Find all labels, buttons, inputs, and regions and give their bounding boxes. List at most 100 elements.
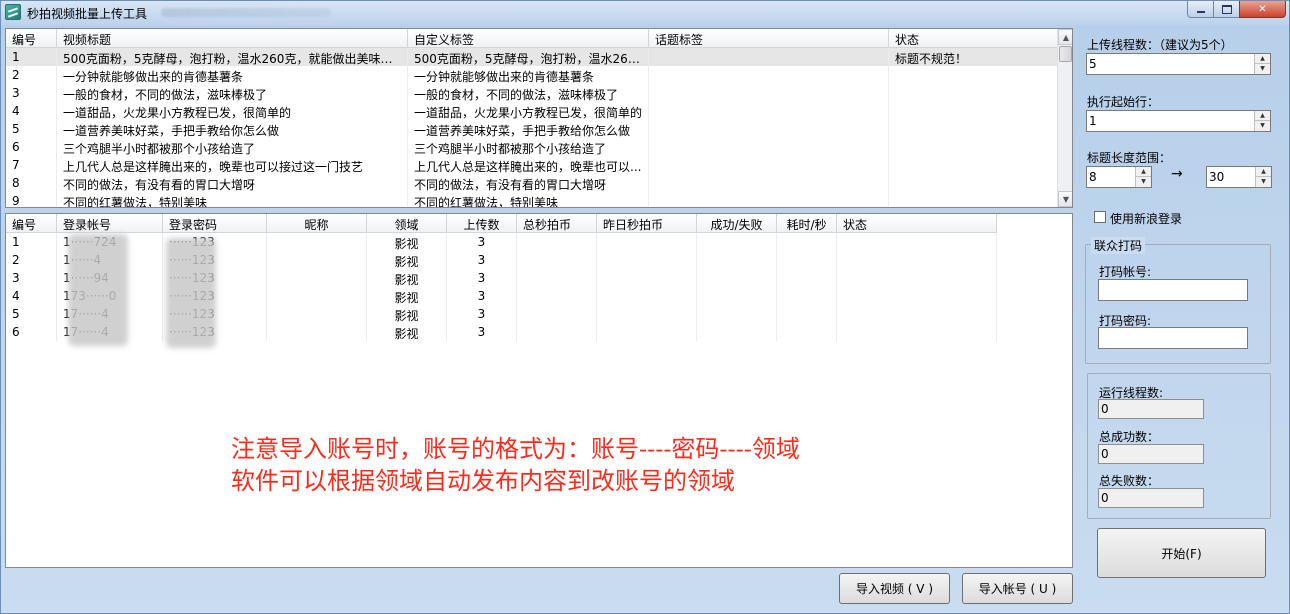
captcha-password-input[interactable] [1098, 327, 1248, 349]
table-cell [889, 120, 1059, 138]
column-header[interactable]: 状态 [889, 29, 1059, 48]
spinner-arrows-icon[interactable]: ▲ ▼ [1135, 167, 1151, 187]
table-cell [597, 251, 697, 269]
threads-value: 5 [1089, 57, 1097, 71]
column-header[interactable]: 登录帐号 [57, 214, 163, 233]
start-row-label: 执行起始行： [1087, 95, 1160, 109]
table-cell [697, 323, 777, 341]
table-cell [777, 269, 837, 287]
table-cell: 7 [6, 156, 57, 174]
table-cell: 4 [6, 287, 57, 305]
minimize-button[interactable] [1187, 1, 1214, 18]
captcha-account-label: 打码帐号: [1099, 265, 1152, 279]
table-cell [697, 269, 777, 287]
column-header[interactable]: 成功/失败 [697, 214, 777, 233]
table-cell [889, 156, 1059, 174]
title-length-max-spinner[interactable]: 30 ▲ ▼ [1206, 166, 1272, 188]
title-bar[interactable]: 秒拍视频批量上传工具 [1, 1, 1289, 25]
table-row[interactable]: 8 不同的做法，有没有看的胃口大增呀 不同的做法，有没有看的胃口大增呀 [6, 174, 1072, 192]
import-video-button[interactable]: 导入视频 ( V ) [839, 573, 950, 604]
spinner-arrows-icon[interactable]: ▲ ▼ [1254, 54, 1270, 74]
table-row[interactable]: 3 一般的食材，不同的做法，滋味棒极了 一般的食材，不同的做法，滋味棒极了 [6, 84, 1072, 102]
table-cell: 影视 [367, 269, 447, 287]
table-cell [889, 138, 1059, 156]
table-cell: 三个鸡腿半小时都被那个小孩给造了 [57, 138, 408, 156]
table-cell [697, 251, 777, 269]
close-button[interactable]: ✕ [1239, 1, 1286, 18]
spinner-arrows-icon[interactable]: ▲ ▼ [1255, 167, 1271, 187]
sina-login-checkbox[interactable] [1094, 211, 1106, 223]
table-cell [649, 120, 889, 138]
table-cell [837, 269, 997, 287]
table-cell [517, 287, 597, 305]
table-cell: 6 [6, 138, 57, 156]
title-length-min-spinner[interactable]: 8 ▲ ▼ [1086, 166, 1152, 188]
table-cell [697, 233, 777, 251]
table-cell [889, 84, 1059, 102]
table-cell: 2 [6, 251, 57, 269]
maximize-button[interactable] [1213, 1, 1240, 18]
column-header[interactable]: 总秒拍币 [517, 214, 597, 233]
column-header[interactable]: 昨日秒拍币 [597, 214, 697, 233]
blurred-title-text [161, 8, 331, 17]
title-length-min-value: 8 [1089, 170, 1097, 184]
column-header[interactable]: 视频标题 [57, 29, 408, 48]
table-row[interactable]: 6 三个鸡腿半小时都被那个小孩给造了 三个鸡腿半小时都被那个小孩给造了 [6, 138, 1072, 156]
table-row[interactable]: 2 一分钟就能够做出来的肯德基薯条 一分钟就能够做出来的肯德基薯条 [6, 66, 1072, 84]
scroll-down-icon[interactable]: ▼ [1058, 191, 1072, 207]
table-cell [837, 251, 997, 269]
table-row[interactable]: 4 一道甜品，火龙果小方教程已发，很简单的 一道甜品，火龙果小方教程已发，很简单的 [6, 102, 1072, 120]
table-cell: 不同的红薯做法，特别美味 [408, 192, 649, 207]
account-grid[interactable]: 编号登录帐号登录密码昵称领域上传数总秒拍币昨日秒拍币成功/失败耗时/秒状态 11… [5, 213, 1073, 568]
video-grid[interactable]: 编号 视频标题 自定义标签 话题标签 状态 1 500克面粉，5克酵母，泡打粉，温水260… [5, 28, 1073, 208]
table-cell: 3 [447, 287, 517, 305]
table-cell: 一道营养美味好菜，手把手教给你怎么做 [408, 120, 649, 138]
captcha-account-input[interactable] [1098, 279, 1248, 301]
table-cell: 1 [6, 233, 57, 251]
table-row[interactable]: 7 上几代人总是这样腌出来的，晚辈也可以接过这一门技艺 上几代人总是这样腌出来的，晚… [6, 156, 1072, 174]
threads-spinner[interactable]: 5 ▲ ▼ [1086, 53, 1271, 75]
column-header[interactable]: 昵称 [267, 214, 367, 233]
title-length-max-value: 30 [1209, 170, 1225, 184]
table-cell [837, 323, 997, 341]
scroll-thumb[interactable] [1059, 46, 1072, 62]
table-cell [777, 233, 837, 251]
table-cell: 影视 [367, 287, 447, 305]
table-cell: 一般的食材，不同的做法，滋味棒极了 [408, 84, 649, 102]
import-account-button[interactable]: 导入帐号 ( U ) [962, 573, 1073, 604]
column-header[interactable]: 自定义标签 [408, 29, 649, 48]
table-cell: 6 [6, 323, 57, 341]
table-cell [597, 287, 697, 305]
table-cell [649, 156, 889, 174]
column-header[interactable]: 耗时/秒 [777, 214, 837, 233]
table-row[interactable]: 1 500克面粉，5克酵母，泡打粉，温水260克，就能做出美味的... 500克面粉… [6, 48, 1072, 66]
start-row-spinner[interactable]: 1 ▲ ▼ [1086, 110, 1271, 132]
column-header[interactable]: 领域 [367, 214, 447, 233]
table-row[interactable]: 5 一道营养美味好菜，手把手教给你怎么做 一道营养美味好菜，手把手教给你怎么做 [6, 120, 1072, 138]
column-header[interactable]: 编号 [6, 29, 57, 48]
video-grid-scrollbar[interactable]: ▲ ▼ [1057, 29, 1072, 207]
column-header[interactable]: 上传数 [447, 214, 517, 233]
table-cell [697, 305, 777, 323]
table-cell: 影视 [367, 251, 447, 269]
start-button[interactable]: 开始(F) [1097, 528, 1266, 578]
video-grid-rows: 1 500克面粉，5克酵母，泡打粉，温水260克，就能做出美味的... 500克面粉… [6, 48, 1072, 207]
start-row-value: 1 [1089, 114, 1097, 128]
table-row[interactable]: 9 不同的红薯做法，特别美味 不同的红薯做法，特别美味 [6, 192, 1072, 207]
table-cell [267, 305, 367, 323]
total-fail-label: 总失败数： [1099, 474, 1160, 488]
column-header[interactable]: 登录密码 [163, 214, 267, 233]
table-cell: 3 [447, 269, 517, 287]
spinner-arrows-icon[interactable]: ▲ ▼ [1254, 111, 1270, 131]
table-cell: 500克面粉，5克酵母，泡打粉，温水260... [408, 48, 649, 66]
table-cell [649, 102, 889, 120]
column-header[interactable]: 编号 [6, 214, 57, 233]
table-cell [517, 269, 597, 287]
column-header[interactable]: 状态 [837, 214, 997, 233]
threads-label: 上传线程数：（建议为5个） [1087, 38, 1233, 52]
table-cell: 一道营养美味好菜，手把手教给你怎么做 [57, 120, 408, 138]
table-cell [597, 269, 697, 287]
scroll-up-icon[interactable]: ▲ [1058, 29, 1072, 45]
table-cell [649, 192, 889, 207]
column-header[interactable]: 话题标签 [649, 29, 889, 48]
